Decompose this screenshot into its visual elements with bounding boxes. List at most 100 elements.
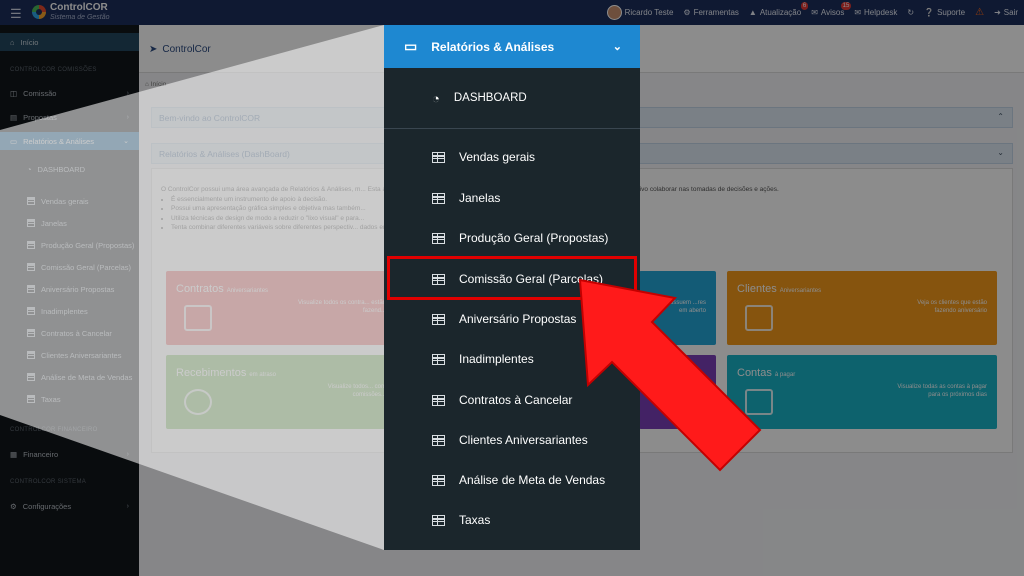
comments-icon: ✉ xyxy=(854,8,862,17)
refresh-button[interactable]: ↻ xyxy=(907,8,914,17)
sidebar-item-aniversario-propostas[interactable]: Aniversário Propostas xyxy=(0,280,139,298)
zoomed-item-janelas[interactable]: Janelas xyxy=(384,178,640,218)
sidebar-item-home[interactable]: ⌂ Início xyxy=(0,33,139,51)
table-icon xyxy=(432,313,445,325)
table-icon xyxy=(432,353,445,365)
money-icon xyxy=(184,389,212,415)
sidebar-item-vendas-gerais[interactable]: Vendas gerais xyxy=(0,192,139,210)
warning-icon: ⚠ xyxy=(975,7,985,18)
tile-recebimentos[interactable]: Recebimentos em atraso Visualize todos...… xyxy=(166,355,396,429)
zoomed-item-label: Janelas xyxy=(459,191,501,205)
sidebar-item-comissao[interactable]: ◫ Comissão › xyxy=(0,84,139,102)
tools-menu[interactable]: ⚙ Ferramentas xyxy=(683,8,739,17)
zoomed-item-label: Inadimplentes xyxy=(459,352,534,366)
tile-title-text: Contratos xyxy=(176,283,224,295)
refresh-icon: ↻ xyxy=(907,8,915,17)
question-icon: ❔ xyxy=(924,8,935,17)
support-menu[interactable]: ❔ Suporte xyxy=(924,8,965,17)
user-menu[interactable]: Ricardo Teste xyxy=(606,5,674,20)
sidebar-item-label: Comissão Geral (Parcelas) xyxy=(41,262,132,272)
sidebar-item-analise-meta[interactable]: Análise de Meta de Vendas xyxy=(0,368,139,386)
clipboard-icon: ▭ xyxy=(404,38,418,54)
tile-description: Visualize todos os contra... estão fazen… xyxy=(298,300,386,314)
user-name: Ricardo Teste xyxy=(624,8,674,17)
table-icon xyxy=(27,373,35,381)
sidebar-item-label: Início xyxy=(20,37,39,47)
sidebar-item-comissao-geral[interactable]: Comissão Geral (Parcelas) xyxy=(0,258,139,276)
table-icon xyxy=(27,307,35,315)
sidebar-item-clientes-aniversariantes[interactable]: Clientes Aniversariantes xyxy=(0,346,139,364)
zoomed-item-vendas-gerais[interactable]: Vendas gerais xyxy=(384,137,640,177)
zoomed-item-label: Contratos à Cancelar xyxy=(459,393,573,407)
zoomed-item-producao-geral[interactable]: Produção Geral (Propostas) xyxy=(384,218,640,258)
helpdesk-label: Helpdesk xyxy=(864,8,898,17)
sidebar-item-producao-geral[interactable]: Produção Geral (Propostas) xyxy=(0,236,139,254)
sidebar-item-label: Comissão xyxy=(23,88,57,98)
zoomed-menu-header-label: Relatórios & Análises xyxy=(431,39,555,54)
pointer-arrow-shape xyxy=(578,278,762,472)
sidebar-item-label: Configurações xyxy=(22,501,72,511)
dashboard-icon: ◔ xyxy=(432,90,440,106)
menu-icon[interactable]: ☰ xyxy=(10,6,22,22)
table-icon xyxy=(27,263,35,271)
notices-menu[interactable]: ✉ Avisos 15 xyxy=(811,2,852,17)
update-menu[interactable]: ▲ Atualização 6 xyxy=(749,2,809,17)
clipboard-icon: ▭ xyxy=(10,136,18,146)
zoomed-item-label: Aniversário Propostas xyxy=(459,312,577,326)
sidebar-item-label: Janelas xyxy=(41,218,67,228)
table-icon xyxy=(432,434,445,446)
tile-tag: em atraso xyxy=(249,372,277,378)
sidebar-item-propostas[interactable]: ▤ Propostas › xyxy=(0,108,139,126)
zoomed-menu-header[interactable]: ▭ Relatórios & Análises ⌄ xyxy=(384,25,640,68)
gift-icon xyxy=(184,305,212,331)
sidebar-item-financeiro[interactable]: ▦ Financeiro › xyxy=(0,445,139,463)
controlcor-logo xyxy=(32,5,46,19)
document-icon: ▤ xyxy=(10,112,18,122)
sidebar-item-relatorios[interactable]: ▭ Relatórios & Análises ⌄ xyxy=(0,132,139,150)
sidebar-item-label: DASHBOARD xyxy=(37,164,86,174)
tile-description: Veja os clientes que estão fazendo anive… xyxy=(917,300,987,314)
chevron-down-icon: ⌄ xyxy=(123,138,129,145)
dashboard-panel-title: Relatórios & Análises (DashBoard) xyxy=(159,149,290,159)
tile-contratos[interactable]: Contratos Aniversariantes Visualize todos… xyxy=(166,271,396,345)
sidebar-item-configuracoes[interactable]: ⚙ Configurações › xyxy=(0,497,139,515)
avatar xyxy=(606,5,622,20)
chevron-up-icon[interactable]: ⌃ xyxy=(997,112,1004,121)
arrow-circle-icon: ➤ xyxy=(149,44,158,55)
chevron-right-icon: › xyxy=(126,113,129,121)
tile-title: Recebimentos em atraso xyxy=(176,367,276,379)
sidebar-item-taxas[interactable]: Taxas xyxy=(0,390,139,408)
coins-icon: ◫ xyxy=(10,88,18,98)
table-icon xyxy=(27,285,35,293)
table-icon xyxy=(27,219,35,227)
table-icon xyxy=(432,474,445,486)
table-icon xyxy=(432,232,445,244)
chevron-down-icon[interactable]: ⌄ xyxy=(997,148,1004,157)
warning-button[interactable]: ⚠ xyxy=(975,7,984,18)
update-badge: 6 xyxy=(800,2,809,10)
table-icon xyxy=(432,192,445,204)
sidebar-item-label: Propostas xyxy=(23,112,57,122)
sidebar-item-janelas[interactable]: Janelas xyxy=(0,214,139,232)
chevron-right-icon: › xyxy=(126,502,129,510)
zoomed-item-label: DASHBOARD xyxy=(453,92,527,104)
sidebar-item-inadimplentes[interactable]: Inadimplentes xyxy=(0,302,139,320)
page-title: ➤ ControlCor xyxy=(149,44,211,55)
zoomed-item-taxas[interactable]: Taxas xyxy=(384,500,640,540)
wrench-icon: ⚙ xyxy=(683,8,691,17)
tile-description: Visualize todas as contas à pagar para o… xyxy=(897,384,987,398)
sidebar-section-sistema: CONTROLCOR SISTEMA xyxy=(10,479,87,485)
zoomed-item-label: Taxas xyxy=(459,513,491,527)
chevron-right-icon: › xyxy=(126,89,129,97)
sidebar-item-dashboard[interactable]: ◔ DASHBOARD xyxy=(0,160,139,178)
sidebar-item-contratos-cancelar[interactable]: Contratos à Cancelar xyxy=(0,324,139,342)
table-icon xyxy=(432,394,445,406)
breadcrumb[interactable]: ⌂ Início xyxy=(145,81,166,88)
helpdesk-menu[interactable]: ✉ Helpdesk xyxy=(854,8,897,17)
table-icon xyxy=(27,329,35,337)
logout-button[interactable]: ➜ Sair xyxy=(994,8,1018,17)
dashboard-icon: ◔ xyxy=(27,164,32,174)
zoomed-item-dashboard[interactable]: ◔ DASHBOARD xyxy=(384,78,640,118)
sidebar-section-comissoes: CONTROLCOR COMISSÕES xyxy=(10,67,97,73)
pointer-arrow xyxy=(578,278,762,472)
